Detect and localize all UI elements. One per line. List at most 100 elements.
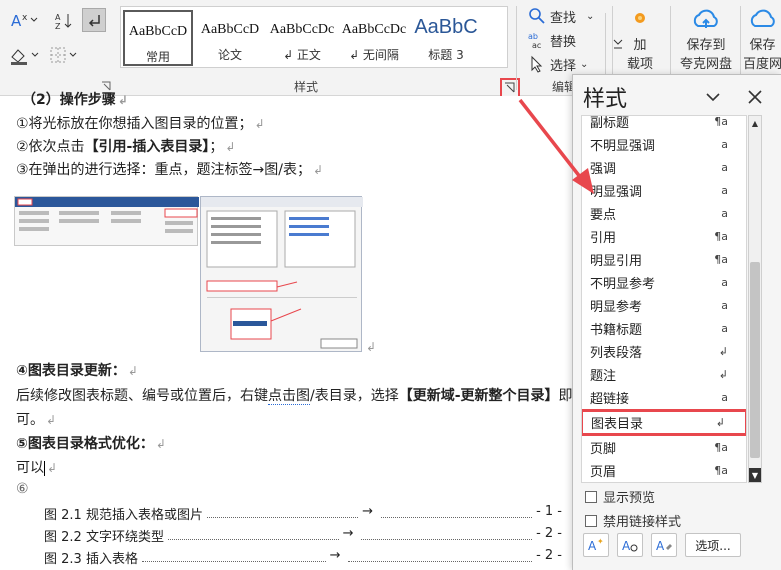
find-button[interactable]: 查找 ⌄	[528, 6, 602, 26]
section-4-body: 后续修改图表标题、编号或位置后，右键点击图/表目录，选择【更新域-更新整个目录】…	[16, 385, 573, 405]
style-list-item[interactable]: 强调 a	[582, 156, 746, 179]
style-tile[interactable]: AaBbC 标题 3	[411, 10, 481, 66]
select-label: 选择	[550, 58, 577, 74]
save-baidu-label-1: 保存	[749, 38, 776, 53]
style-type-indicator: ↲	[715, 416, 725, 429]
cursor-icon	[531, 55, 543, 73]
style-tile[interactable]: AaBbCcDc ↲ 无间隔	[339, 10, 409, 66]
style-type-indicator: a	[721, 138, 728, 151]
cloud-upload-icon	[693, 9, 718, 28]
replace-label: 替换	[550, 34, 577, 50]
checkbox-box[interactable]	[585, 514, 597, 527]
style-inspector-button[interactable]: A	[617, 533, 643, 557]
svg-text:✦: ✦	[597, 537, 604, 546]
scroll-down-icon[interactable]: ▼	[749, 468, 761, 482]
dialog-thumbnail	[201, 197, 363, 349]
sort-icon: AZ	[55, 13, 72, 31]
chevron-down-icon: ⌄	[580, 58, 589, 70]
step-3: ③在弹出的进行选择：重点，题注标签→图/表； ↲	[16, 159, 323, 179]
style-list-item-name: 明显参考	[590, 300, 643, 315]
toc-leader	[141, 548, 326, 562]
text-effects-button[interactable]: Ax	[6, 8, 42, 32]
style-type-indicator: a	[721, 161, 728, 174]
style-list-item-selected[interactable]: 图表目录 ↲	[582, 409, 746, 436]
style-list-item[interactable]: 引用 ¶a	[582, 225, 746, 248]
style-sample: AaBbCcDc	[341, 22, 407, 37]
style-list-item[interactable]: 不明显强调 a	[582, 133, 746, 156]
svg-text:ac: ac	[532, 41, 541, 49]
style-list-item[interactable]: 明显引用 ¶a	[582, 248, 746, 271]
style-name: 标题 3	[428, 48, 464, 62]
replace-button[interactable]: ab ac 替换	[528, 30, 602, 50]
document-body[interactable]: （2）操作步骤 ↲ ①将光标放在你想插入图目录的位置； ↲ ②依次点击【引用-插入表…	[0, 92, 600, 570]
style-type-indicator: a	[721, 276, 728, 289]
paragraph-mark-icon: ↲	[254, 117, 265, 131]
toc-entry-title: 图 2.3 插入表格	[44, 552, 138, 567]
style-list-item[interactable]: 明显强调 a	[582, 179, 746, 202]
borders-button[interactable]	[46, 44, 82, 66]
styles-launcher-button[interactable]	[500, 78, 520, 98]
style-tile[interactable]: AaBbCcD 常用	[123, 10, 193, 66]
style-list-item-name: 不明显强调	[590, 139, 656, 154]
style-list-item[interactable]: 书籍标题 a	[582, 317, 746, 340]
svg-text:x: x	[22, 13, 28, 23]
section-4-body-underlined: 点击图	[268, 388, 310, 405]
shading-icon	[11, 49, 39, 65]
paragraph-mark-icon: ↲	[47, 461, 58, 475]
step-2-bold: 【引用-插入表目录】	[84, 139, 210, 155]
style-tile[interactable]: AaBbCcD 论文	[195, 10, 265, 66]
style-list-item[interactable]: 页眉 ¶a	[582, 459, 746, 482]
save-baidu-button[interactable]: 保存 百度网	[744, 6, 781, 74]
save-quark-button[interactable]: 保存到 夸克网盘	[676, 6, 736, 74]
select-button[interactable]: 选择 ⌄	[528, 54, 602, 74]
toc-leader	[206, 504, 359, 518]
manage-styles-button[interactable]: A	[651, 533, 677, 557]
style-list-item[interactable]: 题注 ↲	[582, 363, 746, 386]
section-5-body-text: 可以	[16, 460, 44, 476]
new-style-button[interactable]: A ✦	[583, 533, 609, 557]
ribbon-thumbnail	[15, 197, 199, 233]
style-list-item[interactable]: 超链接 a	[582, 386, 746, 409]
style-inspector-icon: A	[622, 539, 638, 553]
style-name: 常用	[145, 50, 170, 64]
find-label: 查找	[550, 10, 577, 26]
chevron-down-icon	[706, 93, 720, 102]
show-preview-label: 显示预览	[603, 491, 656, 506]
show-preview-checkbox[interactable]: 显示预览	[585, 487, 655, 506]
disable-linked-checkbox[interactable]: 禁用链接样式	[585, 511, 681, 530]
style-list-item[interactable]: 列表段落 ↲	[582, 340, 746, 363]
toc-entry[interactable]: 图 2.2 文字环绕类型 → - 2 -	[44, 526, 562, 545]
sort-button[interactable]: AZ	[52, 10, 76, 32]
style-list-item[interactable]: 页脚 ¶a	[582, 436, 746, 459]
style-list-item[interactable]: 副标题 ¶a	[582, 116, 746, 133]
checkbox-box[interactable]	[585, 490, 597, 503]
section-4-body-line2: 可。 ↲	[16, 409, 56, 429]
svg-text:A: A	[656, 539, 665, 553]
style-list-item-name: 引用	[590, 231, 617, 246]
style-type-indicator: a	[721, 207, 728, 220]
style-name: ↲ 无间隔	[349, 48, 399, 62]
shading-button[interactable]	[6, 44, 42, 66]
paragraph-mark-icon: ↲	[155, 437, 166, 451]
style-sample: AaBbC	[414, 16, 478, 38]
section-4-body-tail: 即	[558, 388, 573, 404]
toc-entry[interactable]: 图 2.3 插入表格 → - 2 -	[44, 548, 562, 567]
addins-button[interactable]: 加 载项	[620, 6, 660, 74]
style-tile[interactable]: AaBbCcDc ↲ 正文	[267, 10, 337, 66]
style-list-scrollbar[interactable]: ▲ ▼	[748, 115, 762, 483]
pane-options-button[interactable]	[703, 87, 723, 107]
style-list-item[interactable]: 明显参考 a	[582, 294, 746, 317]
scroll-up-icon[interactable]: ▲	[749, 116, 761, 130]
save-baidu-label-2: 百度网	[744, 57, 781, 72]
show-marks-button[interactable]	[82, 8, 106, 32]
ribbon-screenshot-image	[14, 196, 199, 246]
paragraph-mark-icon	[88, 15, 100, 27]
options-button[interactable]: 选项...	[685, 533, 741, 557]
style-list-item[interactable]: 不明显参考 a	[582, 271, 746, 294]
style-list-item[interactable]: 要点 a	[582, 202, 746, 225]
style-list-item-name: 不明显参考	[590, 277, 656, 292]
scroll-thumb[interactable]	[750, 262, 760, 458]
pane-close-button[interactable]	[745, 87, 765, 107]
toc-entry[interactable]: 图 2.1 规范插入表格或图片 → - 1 -	[44, 504, 562, 523]
chevron-down-icon: ⌄	[586, 10, 595, 22]
